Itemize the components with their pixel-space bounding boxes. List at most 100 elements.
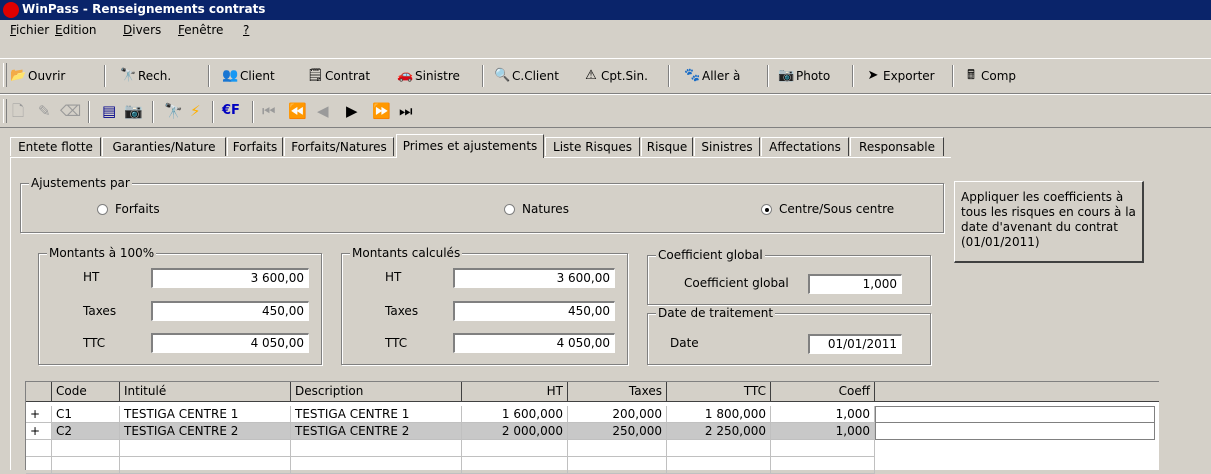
sinistre-button[interactable]: 🚗 Sinistre (397, 67, 460, 85)
coefficient-global-title: Coefficient global (656, 248, 765, 262)
menu-edition[interactable]: Edition (55, 23, 97, 37)
cell-ttc: 1 800,000 (667, 406, 771, 423)
warning-sign-icon: ⚠ (585, 68, 597, 83)
first-record-icon[interactable]: ⏮ (262, 102, 276, 120)
row-expander[interactable]: + (26, 406, 52, 423)
ttc-label: TTC (385, 336, 408, 350)
menu-fenetre[interactable]: Fenêtre (178, 23, 223, 37)
grid-header-filler (875, 382, 1159, 402)
grid-header-ht[interactable]: HT (462, 382, 568, 402)
cptsin-button[interactable]: ⚠ Cpt.Sin. (583, 67, 648, 85)
montantcalc-ttc-field[interactable]: 4 050,00 (453, 333, 615, 353)
new-document-icon[interactable]: 🗋 (12, 102, 24, 120)
menu-fichier[interactable]: Fichier (10, 23, 49, 37)
radio-natures[interactable] (504, 204, 515, 215)
date-traitement-field[interactable]: 01/01/2011 (808, 334, 902, 354)
empty-cell (291, 440, 462, 457)
ajustements-group: Ajustements par Forfaits Natures Centre/… (20, 176, 944, 233)
fast-back-icon[interactable]: ⏪ (288, 102, 307, 120)
calculator-icon: 🖩 (967, 68, 975, 83)
montant100-taxes-field[interactable]: 450,00 (151, 301, 309, 321)
cell-coeff: 1,000 (771, 406, 875, 423)
apply-coefficients-button[interactable]: Appliquer les coefficients à tous les ri… (954, 181, 1144, 263)
montants-calcules-group: Montants calculés HT 3 600,00 Taxes 450,… (341, 246, 628, 365)
coefficient-global-group: Coefficient global Coefficient global 1,… (647, 248, 931, 305)
tab-affectations[interactable]: Affectations (761, 137, 849, 156)
empty-cell (667, 457, 771, 474)
cell-intitule: TESTIGA CENTRE 2 (120, 423, 291, 440)
menu-bar: Fichier Edition Divers Fenêtre ? (0, 20, 1211, 39)
montantcalc-ht-field[interactable]: 3 600,00 (453, 268, 615, 288)
radio-centre-sous-centre[interactable] (761, 204, 772, 215)
contrat-button[interactable]: 🗒 Contrat (307, 67, 370, 85)
montant100-ttc-field[interactable]: 4 050,00 (151, 333, 309, 353)
export-arrow-icon: ➤ (867, 68, 879, 83)
tab-primes-ajustements[interactable]: Primes et ajustements (396, 134, 544, 158)
tab-responsable[interactable]: Responsable (850, 137, 944, 156)
aller-a-button[interactable]: 🐾 Aller à (684, 67, 740, 85)
list-view-icon[interactable]: ▤ (102, 102, 116, 120)
coefficient-global-label: Coefficient global (684, 276, 789, 290)
montantcalc-taxes-field[interactable]: 450,00 (453, 301, 615, 321)
edit-pencil-icon[interactable]: ✎ (38, 102, 51, 120)
empty-cell (291, 457, 462, 474)
radio-forfaits-label: Forfaits (115, 202, 160, 216)
next-icon[interactable]: ▶ (346, 102, 358, 120)
previous-icon[interactable]: ◀ (317, 102, 329, 120)
centres-grid[interactable]: Code Intitulé Description HT Taxes TTC C… (25, 381, 1159, 474)
last-record-icon[interactable]: ⏭ (399, 102, 413, 120)
cell-code: C1 (52, 406, 120, 423)
toolbar-grip (3, 99, 7, 123)
cell-ht: 1 600,000 (462, 406, 568, 423)
menu-help[interactable]: ? (243, 23, 249, 37)
empty-cell (52, 457, 120, 474)
grid-header-coeff[interactable]: Coeff (771, 382, 875, 402)
radio-centre-label: Centre/Sous centre (779, 202, 895, 216)
coefficient-global-field[interactable]: 1,000 (808, 274, 902, 294)
tab-garanties-nature[interactable]: Garanties/Nature (102, 137, 226, 156)
cclient-button[interactable]: 🔍 C.Client (494, 67, 559, 85)
rech-button[interactable]: 🔭 Rech. (120, 67, 171, 85)
comp-button[interactable]: 🖩 Comp (963, 67, 1016, 85)
empty-cell (52, 440, 120, 457)
tab-forfaits[interactable]: Forfaits (227, 137, 283, 156)
tab-liste-risques[interactable]: Liste Risques (545, 137, 640, 156)
eraser-icon[interactable]: ⌫ (60, 102, 81, 120)
folder-open-icon: 📂 (10, 68, 27, 83)
euro-icon[interactable]: €F (222, 102, 240, 120)
row-expander[interactable]: + (26, 423, 52, 440)
binoculars-icon[interactable]: 🔭 (164, 102, 183, 120)
tab-sinistres[interactable]: Sinistres (694, 137, 760, 156)
tab-entete-flotte[interactable]: Entete flotte (10, 137, 101, 156)
tab-risque[interactable]: Risque (641, 137, 693, 156)
camera-icon: 📷 (778, 68, 795, 83)
lightning-icon[interactable]: ⚡ (190, 102, 201, 120)
photo-button[interactable]: 📷 Photo (778, 67, 830, 85)
montant100-ht-field[interactable]: 3 600,00 (151, 268, 309, 288)
cell-taxes: 200,000 (568, 406, 667, 423)
grid-header-ttc[interactable]: TTC (667, 382, 771, 402)
ouvrir-button[interactable]: 📂 Ouvrir (10, 67, 65, 85)
exporter-button[interactable]: ➤ Exporter (865, 67, 935, 85)
client-button[interactable]: 👥 Client (222, 67, 275, 85)
grid-header-code[interactable]: Code (52, 382, 120, 402)
cell-taxes: 250,000 (568, 423, 667, 440)
cell-coeff: 1,000 (771, 423, 875, 440)
grid-header-description[interactable]: Description (291, 382, 462, 402)
grid-header-intitule[interactable]: Intitulé (120, 382, 291, 402)
document-icon: 🗒 (307, 68, 324, 83)
taxes-label: Taxes (385, 304, 419, 318)
radio-forfaits[interactable] (97, 204, 108, 215)
goto-icon: 🐾 (684, 68, 701, 83)
record-toolbar: 🗋 ✎ ⌫ ▤ 📷 🔭 ⚡ €F ⏮ ⏪ ◀ ▶ ⏩ ⏭ (0, 94, 1211, 128)
camera-icon[interactable]: 📷 (124, 102, 143, 120)
grid-header-taxes[interactable]: Taxes (568, 382, 667, 402)
empty-cell (667, 440, 771, 457)
date-traitement-group: Date de traitement Date 01/01/2011 (647, 306, 931, 365)
cell-code: C2 (52, 423, 120, 440)
fast-forward-icon[interactable]: ⏩ (372, 102, 391, 120)
empty-cell (26, 457, 52, 474)
grid-header-expander (26, 382, 52, 402)
tab-forfaits-natures[interactable]: Forfaits/Natures (284, 137, 394, 156)
menu-divers[interactable]: Divers (123, 23, 161, 37)
